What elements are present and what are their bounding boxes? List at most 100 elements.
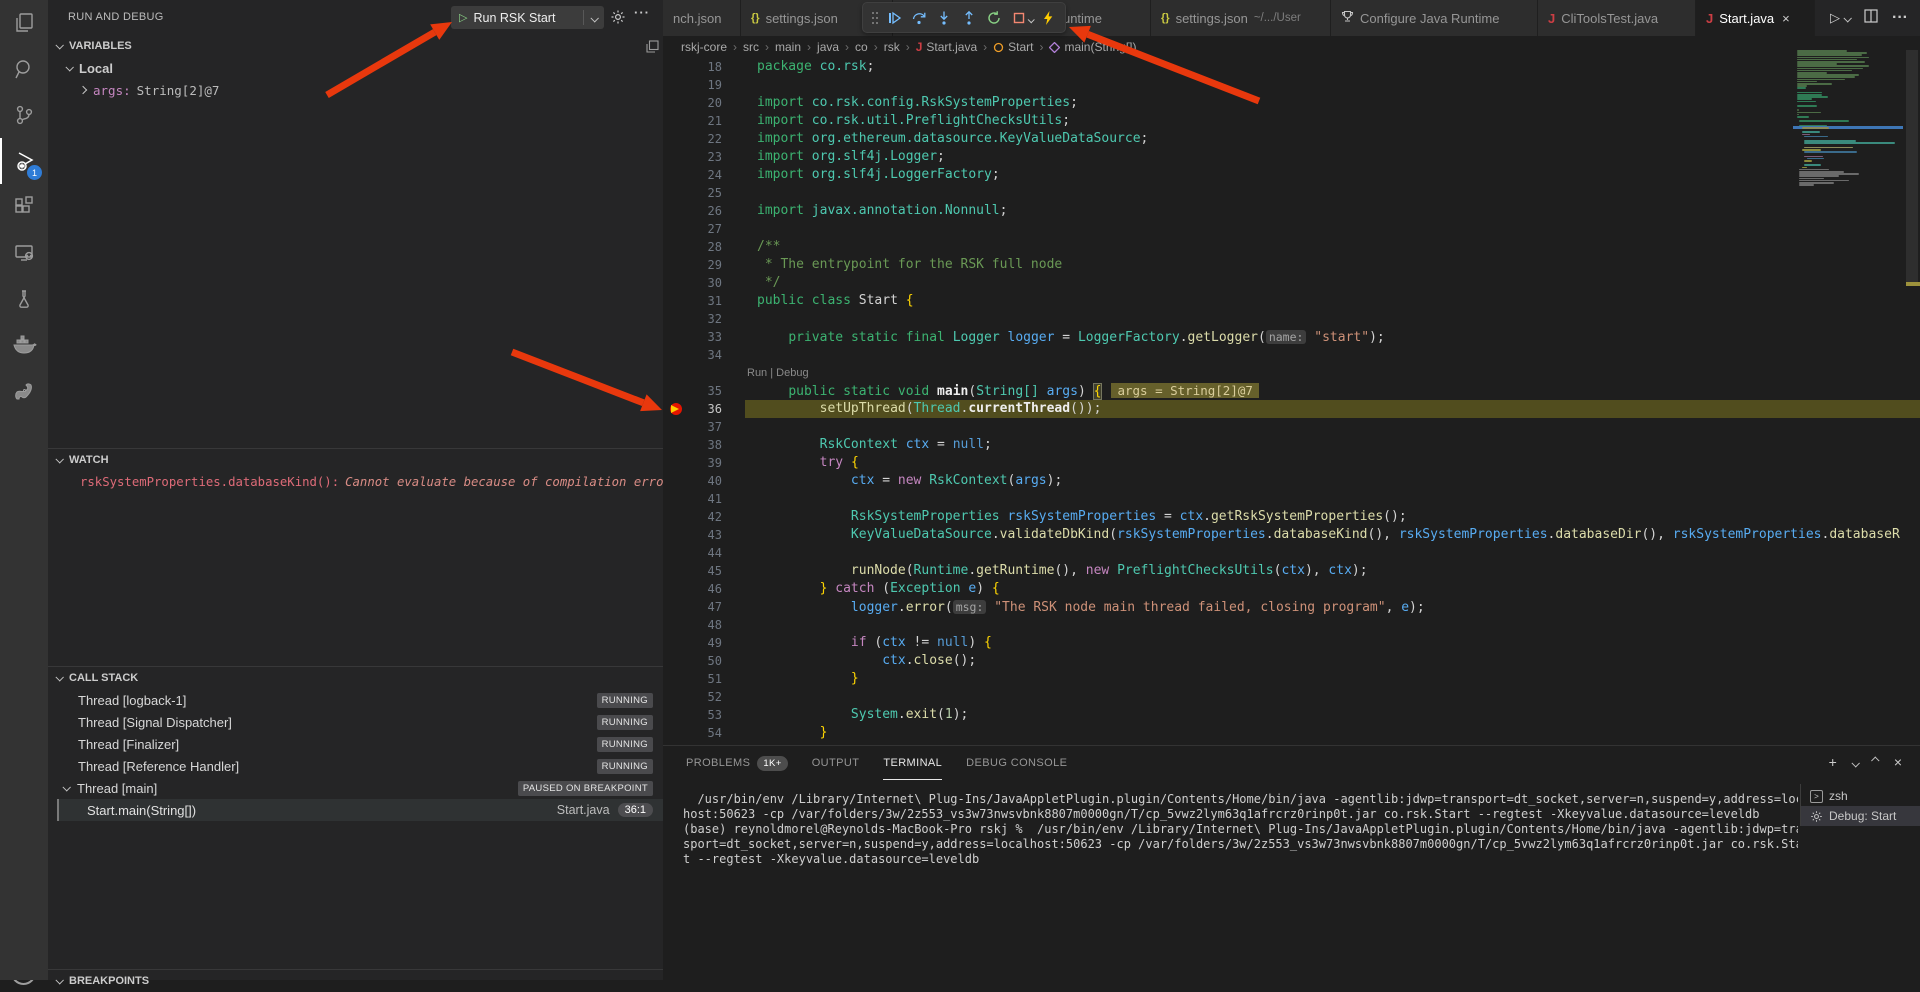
line-number[interactable]: 30 — [663, 274, 722, 292]
run-dropdown-chevron-icon[interactable] — [584, 11, 604, 25]
scrollbar-thumb[interactable] — [1906, 50, 1918, 285]
call-stack-thread-row[interactable]: Thread [Finalizer]RUNNING — [48, 733, 663, 755]
debug-restart-icon[interactable] — [981, 5, 1006, 30]
tab-configure-java-runtime[interactable]: Configure Java Runtime — [1331, 0, 1538, 36]
line-number[interactable]: 45 — [663, 562, 722, 580]
line-number[interactable]: 28 — [663, 238, 722, 256]
debug-continue-icon[interactable] — [881, 5, 906, 30]
editor-more-actions-icon[interactable]: ··· — [1892, 9, 1908, 27]
line-number[interactable]: 42 — [663, 508, 722, 526]
tab-clitoolstest-java[interactable]: JCliToolsTest.java — [1538, 0, 1696, 36]
run-or-debug-button[interactable]: ▷ — [1830, 10, 1850, 26]
line-number[interactable]: 49 — [663, 634, 722, 652]
gradle-icon[interactable] — [0, 368, 48, 414]
terminal-instance-zsh[interactable]: >zsh — [1801, 786, 1920, 806]
line-number[interactable]: 53 — [663, 706, 722, 724]
open-changes-icon[interactable] — [646, 40, 659, 58]
terminal-dropdown-chevron-icon[interactable] — [1852, 754, 1858, 770]
run-and-debug-icon[interactable]: 1 — [0, 138, 48, 184]
breadcrumb-item[interactable]: rsk — [884, 40, 900, 54]
tab-start-java[interactable]: JStart.java× — [1696, 0, 1815, 36]
line-number[interactable]: 19 — [663, 76, 722, 94]
debug-step-over-icon[interactable] — [906, 5, 931, 30]
explorer-icon[interactable] — [0, 0, 48, 46]
tab-nch-json[interactable]: nch.json — [663, 0, 741, 36]
toolbar-drag-handle[interactable] — [868, 5, 881, 30]
terminal-output[interactable]: /usr/bin/env /Library/Internet\ Plug-Ins… — [683, 792, 1798, 867]
line-number[interactable]: 37 — [663, 418, 722, 436]
breadcrumb-item[interactable]: src — [743, 40, 759, 54]
testing-icon[interactable] — [0, 276, 48, 322]
line-number[interactable]: 33 — [663, 328, 722, 346]
breadcrumb-item[interactable]: rskj-core — [681, 40, 727, 54]
tab-settings-json[interactable]: {}settings.json~/.../User — [1151, 0, 1331, 36]
line-number[interactable]: 40 — [663, 472, 722, 490]
panel-tab-problems[interactable]: PROBLEMS1K+ — [686, 746, 788, 780]
split-editor-icon[interactable] — [1864, 9, 1878, 28]
call-stack-thread-row[interactable]: Thread [logback-1]RUNNING — [48, 689, 663, 711]
run-configuration-dropdown[interactable]: ▷ Run RSK Start — [451, 6, 604, 29]
line-number[interactable]: 18 — [663, 58, 722, 76]
line-number[interactable]: 43 — [663, 526, 722, 544]
call-stack-header[interactable]: CALL STACK — [48, 667, 663, 689]
watch-expression[interactable]: rskSystemProperties.databaseKind(): Cann… — [48, 471, 663, 493]
line-number[interactable]: 51 — [663, 670, 722, 688]
breadcrumb-item[interactable]: Start — [993, 40, 1033, 54]
variables-header[interactable]: VARIABLES — [48, 35, 663, 57]
watch-header[interactable]: WATCH — [48, 449, 663, 471]
docker-icon[interactable] — [0, 322, 48, 368]
breadcrumb-item[interactable]: java — [817, 40, 839, 54]
breakpoint-paused-icon[interactable] — [670, 403, 682, 415]
breadcrumb-item[interactable]: JStart.java — [916, 40, 977, 54]
debug-settings-gear-icon[interactable] — [610, 9, 626, 28]
close-panel-icon[interactable]: × — [1894, 754, 1902, 770]
breakpoints-header[interactable]: BREAKPOINTS — [48, 970, 663, 992]
call-stack-thread-row[interactable]: Thread [main]PAUSED ON BREAKPOINT — [48, 777, 663, 799]
line-number[interactable]: 21 — [663, 112, 722, 130]
line-number[interactable]: 41 — [663, 490, 722, 508]
line-number[interactable]: 47 — [663, 598, 722, 616]
line-number[interactable]: 46 — [663, 580, 722, 598]
code-editor[interactable]: 18package co.rsk;1920import co.rsk.confi… — [663, 58, 1920, 745]
line-number[interactable]: 23 — [663, 148, 722, 166]
extensions-icon[interactable] — [0, 184, 48, 230]
line-number[interactable]: 38 — [663, 436, 722, 454]
line-number[interactable]: 52 — [663, 688, 722, 706]
line-number[interactable]: 44 — [663, 544, 722, 562]
search-icon[interactable] — [0, 46, 48, 92]
line-number[interactable]: 24 — [663, 166, 722, 184]
minimap[interactable] — [1793, 50, 1903, 210]
line-number[interactable]: 32 — [663, 310, 722, 328]
panel-tab-debug-console[interactable]: DEBUG CONSOLE — [966, 746, 1067, 780]
variable-args[interactable]: args: String[2]@7 — [48, 79, 663, 101]
call-stack-thread-row[interactable]: Thread [Signal Dispatcher]RUNNING — [48, 711, 663, 733]
panel-tab-terminal[interactable]: TERMINAL — [883, 746, 942, 780]
line-number[interactable]: 22 — [663, 130, 722, 148]
maximize-panel-icon[interactable] — [1873, 754, 1879, 770]
line-number[interactable]: 48 — [663, 616, 722, 634]
line-number[interactable]: 35 — [663, 382, 722, 400]
hot-code-replace-icon[interactable] — [1035, 5, 1060, 30]
new-terminal-icon[interactable]: + — [1829, 754, 1837, 770]
stack-frame-row[interactable]: Start.main(String[]) Start.java 36:1 — [57, 799, 663, 821]
terminal-instance-debug-start[interactable]: Debug: Start — [1801, 806, 1920, 826]
overview-ruler[interactable] — [1906, 45, 1920, 745]
variables-scope-local[interactable]: Local — [48, 57, 663, 79]
line-number[interactable]: 27 — [663, 220, 722, 238]
views-more-actions-icon[interactable]: ··· — [634, 5, 650, 20]
breadcrumb-item[interactable]: main(String[]) — [1049, 40, 1136, 54]
line-number[interactable]: 34 — [663, 346, 722, 364]
codelens-run-debug[interactable]: Run | Debug — [663, 364, 1920, 382]
line-number[interactable]: 25 — [663, 184, 722, 202]
line-number[interactable]: 39 — [663, 454, 722, 472]
debug-step-out-icon[interactable] — [956, 5, 981, 30]
line-number[interactable]: 20 — [663, 94, 722, 112]
close-icon[interactable]: × — [1782, 11, 1790, 26]
panel-tab-output[interactable]: OUTPUT — [812, 746, 860, 780]
breadcrumb-item[interactable]: main — [775, 40, 801, 54]
line-number[interactable]: 26 — [663, 202, 722, 220]
line-number[interactable]: 54 — [663, 724, 722, 742]
line-number[interactable]: 29 — [663, 256, 722, 274]
remote-explorer-icon[interactable] — [0, 230, 48, 276]
debug-stop-icon[interactable] — [1006, 5, 1031, 30]
